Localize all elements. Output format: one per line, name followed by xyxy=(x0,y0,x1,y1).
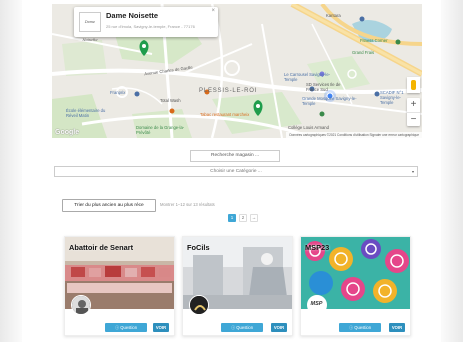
avatar-image xyxy=(72,296,90,314)
map-label: École élémentaire du Réveil Matin xyxy=(66,108,106,118)
next-page-button[interactable]: → xyxy=(250,214,258,222)
page: Dame Noisette Dame Noisette 25 rue d'Imo… xyxy=(0,0,463,342)
shop-title: MSP23 xyxy=(305,243,330,252)
avatar-text: MSP xyxy=(310,301,323,307)
map-label-town: PLESSIS-LE-ROI xyxy=(199,88,258,94)
page-1-button[interactable]: 1 xyxy=(228,214,236,222)
chevron-down-icon: ▾ xyxy=(411,169,414,174)
shop-card[interactable]: MSP23 MSP ⓘ Question VOIR xyxy=(300,236,411,336)
question-button[interactable]: ⓘ Question xyxy=(339,323,381,332)
main-content: Dame Noisette Dame Noisette 25 rue d'Imo… xyxy=(52,4,422,342)
map-label: Total Wash xyxy=(160,98,181,103)
avatar: MSP xyxy=(307,295,327,315)
map-label: Domaine de la Grange-la-Prévôté xyxy=(136,125,185,135)
question-button[interactable]: ⓘ Question xyxy=(105,323,147,332)
left-margin xyxy=(0,0,22,342)
map-popup[interactable]: Dame Noisette Dame Noisette 25 rue d'Imo… xyxy=(74,7,218,42)
close-icon[interactable]: × xyxy=(211,8,215,14)
shop-card[interactable]: Abattoir de Senart ⓘ Question VOIR xyxy=(64,236,175,336)
map-label: Grand Frais xyxy=(352,50,375,55)
zoom-in-button[interactable]: + xyxy=(407,98,420,112)
shop-title: FoCils xyxy=(187,243,210,252)
category-select[interactable]: Choisir une Catégorie ... ▾ xyxy=(54,166,418,177)
map-label: Tabac restaurant marcheix xyxy=(200,112,250,117)
map-label: Franprix xyxy=(110,90,126,95)
map-label: Le Carrousel Savigny-le-Temple xyxy=(284,72,331,82)
voir-button[interactable]: VOIR xyxy=(389,323,405,332)
map-label: Kantara xyxy=(326,13,341,18)
results-count: Montrer 1–12 sur 13 résultats xyxy=(160,202,215,207)
map-label: Fitness Corner xyxy=(360,38,388,43)
voir-button[interactable]: VOIR xyxy=(271,323,287,332)
map[interactable]: Dame Noisette Dame Noisette 25 rue d'Imo… xyxy=(52,4,422,138)
question-button[interactable]: ⓘ Question xyxy=(221,323,263,332)
popup-address: 25 rue d'Imola, Savigny-le-temple, Franc… xyxy=(106,24,195,29)
zoom-out-button[interactable]: − xyxy=(407,112,420,126)
google-logo: Google xyxy=(55,129,80,136)
map-label: Collège Louis Armand xyxy=(288,125,329,130)
map-label: Grande Mosquée Savigny-le-Temple xyxy=(302,96,357,106)
map-label: SD Services Ile de France Sud xyxy=(306,82,341,92)
category-select-label: Choisir une Catégorie ... xyxy=(210,169,262,174)
shop-title: Abattoir de Senart xyxy=(69,243,134,252)
avatar xyxy=(71,295,91,315)
avatar-image xyxy=(190,296,208,314)
search-input[interactable]: Recherche magasin ... xyxy=(190,150,280,162)
sort-select[interactable]: Trier du plus ancien au plus réce xyxy=(62,199,156,212)
pagination: 1 2 → xyxy=(228,214,258,222)
shop-card[interactable]: FoCils ⓘ Question VOIR xyxy=(182,236,293,336)
street-view-pegman[interactable] xyxy=(407,77,420,93)
avatar xyxy=(189,295,209,315)
shop-logo: Dame Noisette xyxy=(79,12,101,42)
map-attribution[interactable]: Données cartographiques ©2021 Conditions… xyxy=(286,132,422,138)
page-2-button[interactable]: 2 xyxy=(239,214,247,222)
voir-button[interactable]: VOIR xyxy=(153,323,169,332)
map-label: SCADIF N°1 Savigny-le-Temple xyxy=(380,90,404,105)
right-margin xyxy=(441,0,463,342)
pegman-icon xyxy=(411,80,416,90)
zoom-control: + − xyxy=(407,98,420,126)
popup-title: Dame Noisette xyxy=(106,11,159,20)
